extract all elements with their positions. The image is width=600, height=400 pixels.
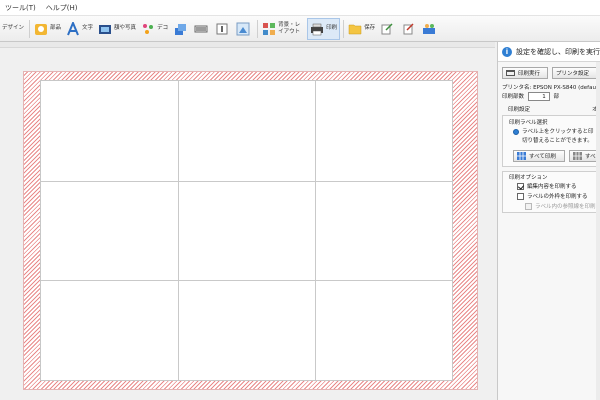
deco-icon	[143, 23, 154, 34]
label-grid	[40, 80, 453, 381]
panel-scrollbar[interactable]	[596, 62, 600, 400]
label-cell-1[interactable]	[41, 81, 179, 182]
label-select-desc-line1: ラベル上をクリックすると印	[522, 129, 594, 135]
print-settings-panel: i 設定を確認し、印刷を実行しま 印刷実行 プリンタ設定 プリンタ名: EPSO…	[497, 42, 600, 400]
import-icon	[403, 22, 414, 34]
frame-photo-icon	[99, 24, 112, 34]
toolbar-separator	[257, 19, 259, 38]
text-button-label: 文字	[82, 25, 94, 31]
share-button[interactable]	[420, 18, 440, 40]
folder-icon	[348, 24, 362, 34]
label-cell-9[interactable]	[316, 281, 452, 380]
menu-bar: ツール(T) ヘルプ(H)	[0, 0, 600, 16]
export-button[interactable]	[378, 18, 398, 40]
option-print-content[interactable]: 編集内容を印刷する	[517, 182, 577, 190]
print-settings-label: 印刷設定	[508, 107, 531, 113]
text-button[interactable]: 文字	[64, 18, 95, 40]
label-cell-8[interactable]	[179, 281, 316, 380]
label-cell-4[interactable]	[41, 182, 179, 281]
frame-photo-button-label: 額や写真	[114, 25, 137, 31]
print-button[interactable]: 印刷	[307, 17, 341, 40]
execute-print-button[interactable]: 印刷実行	[502, 67, 548, 79]
parts-icon	[35, 23, 48, 35]
horizontal-ruler	[0, 42, 495, 48]
label-select-desc-line2: 切り替えることができます。	[522, 138, 593, 144]
image-edit-button[interactable]	[234, 18, 254, 40]
save-button-label: 保存	[364, 25, 376, 31]
layers-button[interactable]	[171, 18, 191, 40]
info-icon: i	[502, 46, 512, 57]
layout-icon	[263, 22, 276, 35]
label-select-desc: ラベル上をクリックすると印	[513, 127, 594, 135]
label-select-group: 印刷ラベル選択 ラベル上をクリックすると印 切り替えることができます。 すべて印…	[502, 115, 600, 167]
label-cell-3[interactable]	[316, 81, 452, 182]
radio-icon	[513, 128, 519, 135]
text-box-button[interactable]	[213, 18, 233, 40]
label-cell-6[interactable]	[316, 182, 452, 281]
background-layout-button[interactable]: 背景・レイアウト	[260, 18, 306, 40]
save-button[interactable]: 保存	[346, 18, 377, 40]
copies-stepper[interactable]: 1	[527, 92, 550, 101]
copies-row: 印刷部数 1 部	[502, 92, 559, 101]
print-settings-row: 印刷設定 オ	[502, 105, 600, 113]
checkbox-disabled-icon	[525, 203, 532, 210]
import-button[interactable]	[399, 18, 419, 40]
label-cell-5[interactable]	[179, 182, 316, 281]
label-cell-7[interactable]	[41, 281, 179, 380]
text-box-icon	[216, 23, 228, 34]
text-icon	[67, 21, 79, 35]
deco-button[interactable]: デコ	[139, 18, 170, 40]
print-options-title: 印刷オプション	[509, 175, 548, 181]
option-print-guides-label: ラベル内の参照線を印刷	[535, 204, 596, 210]
design-button[interactable]: デザイン	[0, 18, 26, 40]
option-print-content-label: 編集内容を印刷する	[527, 184, 577, 190]
print-options-group: 印刷オプション 編集内容を印刷する ラベルの外枠を印刷する ラベル内の参照線を印…	[502, 171, 600, 213]
print-button-label: 印刷	[326, 25, 338, 31]
copies-unit: 部	[553, 94, 560, 100]
background-layout-button-label: 背景・レイアウト	[278, 21, 301, 35]
printer-icon	[506, 70, 515, 76]
image-edit-icon	[236, 22, 250, 35]
print-all-label: すべて印刷	[529, 154, 556, 160]
menu-tools[interactable]: ツール(T)	[0, 3, 41, 13]
execute-print-label: 印刷実行	[518, 71, 541, 77]
export-icon	[381, 22, 393, 34]
grid-icon	[517, 152, 526, 160]
option-print-guides: ラベル内の参照線を印刷	[525, 202, 596, 210]
menu-help[interactable]: ヘルプ(H)	[41, 3, 83, 13]
barcode-button[interactable]	[192, 18, 212, 40]
frame-photo-button[interactable]: 額や写真	[96, 18, 138, 40]
label-select-title: 印刷ラベル選択	[509, 120, 548, 126]
layers-icon	[175, 23, 187, 35]
copies-label: 印刷部数	[502, 94, 525, 100]
design-button-label: デザイン	[2, 25, 25, 31]
printer-settings-button[interactable]: プリンタ設定	[552, 67, 600, 79]
deco-button-label: デコ	[157, 25, 169, 31]
printer-name-value: EPSON PX-S840 (defau	[533, 85, 596, 91]
label-cell-2[interactable]	[179, 81, 316, 182]
toolbar-separator	[29, 19, 31, 38]
barcode-icon	[194, 25, 208, 32]
parts-button[interactable]: 部品	[32, 18, 63, 40]
parts-button-label: 部品	[50, 25, 62, 31]
printer-settings-label: プリンタ設定	[556, 71, 590, 77]
panel-header-text: 設定を確認し、印刷を実行しま	[516, 47, 600, 56]
printer-name-label: プリンタ名:	[502, 85, 532, 91]
option-print-border[interactable]: ラベルの外枠を印刷する	[517, 192, 588, 200]
toolbar-separator	[343, 19, 345, 38]
toolbar: デザイン 部品 文字 額や写真 デコ 背景・レイアウト 印刷 保存	[0, 16, 600, 42]
select-all-label: すべ	[585, 154, 596, 160]
print-all-button[interactable]: すべて印刷	[513, 150, 565, 162]
option-print-border-label: ラベルの外枠を印刷する	[527, 194, 588, 200]
share-icon	[423, 23, 436, 34]
grid-off-icon	[573, 152, 582, 160]
checkbox-icon[interactable]	[517, 193, 524, 200]
printer-name-row: プリンタ名: EPSON PX-S840 (defau	[502, 83, 596, 91]
checkbox-checked-icon[interactable]	[517, 183, 524, 190]
panel-header: i 設定を確認し、印刷を実行しま	[498, 42, 600, 62]
printer-icon	[311, 23, 324, 35]
